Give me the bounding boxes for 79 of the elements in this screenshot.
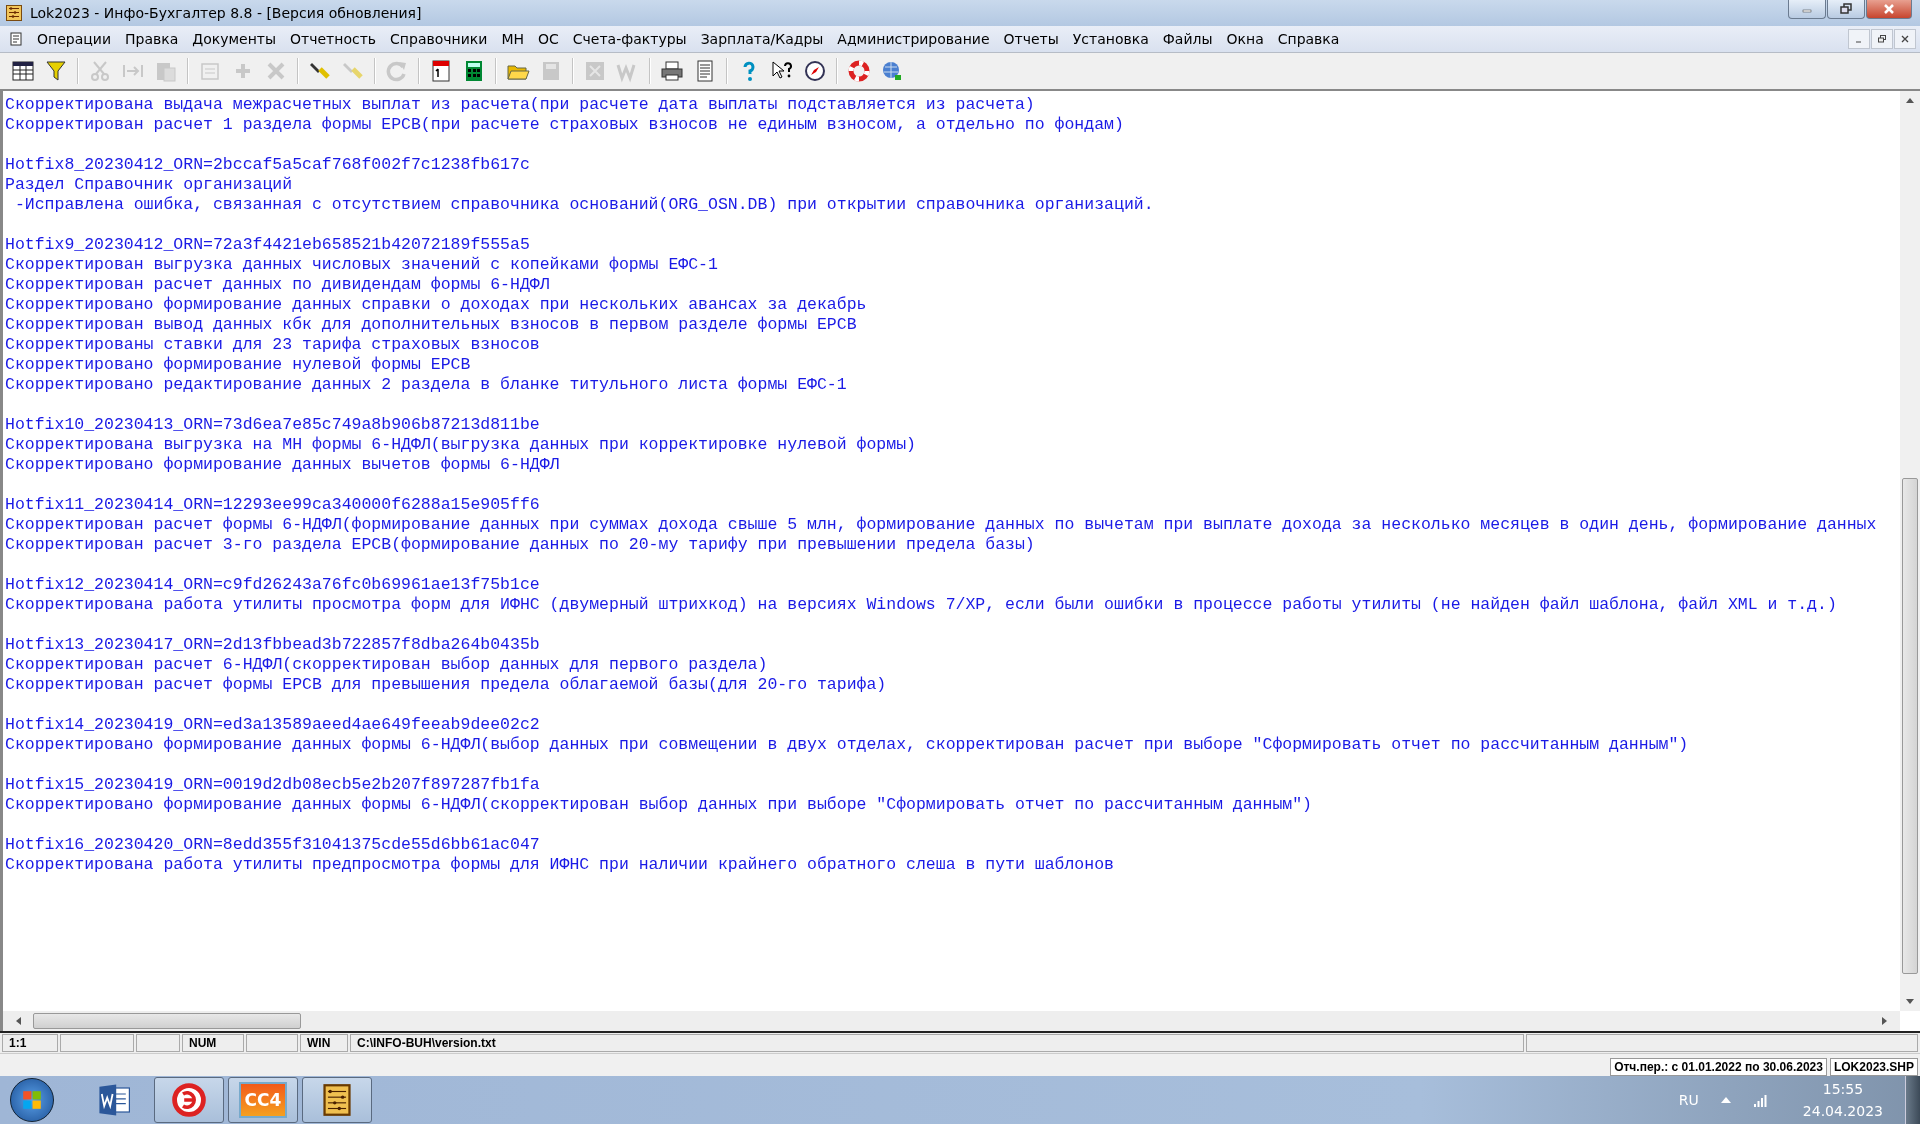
status-text: WIN — [300, 1034, 348, 1052]
text-line: Скорректирован расчет формы 6-НДФЛ(формирование данных при суммах дохода свыше 5 млн, формирование данных по вычетам при выплате дохода за несколько месяцев в один день, формирование данных — [5, 515, 1878, 535]
abacus-icon — [6, 5, 22, 21]
menu-item[interactable]: Операции — [30, 31, 118, 47]
caret-icon[interactable] — [1720, 1097, 1731, 1103]
text-line: Скорректировано формирование данных справки о доходах при нескольких авансах за декабрь — [5, 295, 868, 315]
text-line: Скорректировано формирование данных вычетов формы 6-НДФЛ — [5, 455, 561, 475]
restore-icon — [1878, 35, 1886, 43]
menu-item[interactable]: Файлы — [1155, 31, 1220, 47]
text-line: Раздел Справочник организаций — [5, 175, 294, 195]
text-line: Hotfix16_20230420_ORN=8edd355f31041375cde55d6bb61ac047 — [5, 835, 541, 855]
text-line: Hotfix13_20230417_ORN=2d13fbbead3b722857f8dba264b0435b — [5, 635, 541, 655]
text-line: Скорректирован расчет 6-НДФЛ(скорректирован выбор данных для первого раздела) — [5, 655, 769, 675]
restore-button[interactable] — [1871, 29, 1893, 49]
menu-item[interactable]: Окна — [1219, 31, 1271, 47]
text-line: Скорректирован расчет 1 раздела формы ЕРСВ(при расчете страховых взносов не единым взносом, а отдельно по фондам) — [5, 115, 1125, 135]
menu-item[interactable]: Отчетность — [283, 31, 384, 47]
text-line: Hotfix15_20230419_ORN=0019d2db08ecb5e2b207f897287fb1fa — [5, 775, 541, 795]
abacus-icon[interactable] — [302, 1077, 372, 1123]
text-line: Hotfix12_20230414_ORN=c9fd26243a76fc0b69961ae13f75b1ce — [5, 575, 541, 595]
text-line: Скорректирована выгрузка на МН формы 6-НДФЛ(выгрузка данных при корректировке нулевой формы) — [5, 435, 917, 455]
right-arrow-icon[interactable] — [1882, 1017, 1888, 1025]
menu-item[interactable]: МН — [494, 31, 531, 47]
text-line: Hotfix11_20230414_ORN=12293ee99ca340000f6288a15e905ff6 — [5, 495, 541, 515]
window-title: Lok2023 - Инфо-Бухгалтер 8.8 - [Версия обновления] — [30, 5, 423, 21]
text-line: Скорректировано формирование данных формы 6-НДФЛ(скорректирован выбор данных при выборе "Сформировать отчет по рассчитанным данным") — [5, 795, 1313, 815]
restore-button[interactable] — [1827, 0, 1865, 19]
text-line: Скорректирован расчет формы ЕРСВ для превышения предела облагаемой базы(для 20-го тарифа) — [5, 675, 888, 695]
menu-item[interactable]: Документы — [185, 31, 284, 47]
text-line: Скорректирована работа утилиты предпросмотра формы для ИФНС при наличии крайнего обратного слеша в пути шаблонов — [5, 855, 1115, 875]
menu-item[interactable]: Администрирование — [830, 31, 997, 47]
text-line: Hotfix9_20230412_ORN=72a3f4421eb658521b42072189f555a5 — [5, 235, 531, 255]
close-icon — [1901, 35, 1909, 43]
text-line: Hotfix8_20230412_ORN=2bccaf5a5caf768f002f7c1238fb617c — [5, 155, 531, 175]
vertical-scrollbar[interactable] — [1900, 91, 1920, 1011]
text-line: Скорректирован выгрузка данных числовых значений с копейками формы ЕФС-1 — [5, 255, 719, 275]
menu-item[interactable]: Установка — [1065, 31, 1156, 47]
text-line: Скорректировано формирование нулевой формы ЕРСВ — [5, 355, 472, 375]
menu-item[interactable]: ОС — [531, 31, 566, 47]
show-desktop-button[interactable] — [1905, 1076, 1920, 1124]
menu-item[interactable]: Отчеты — [996, 31, 1066, 47]
scroll-thumb[interactable] — [1902, 478, 1918, 974]
text-line: Скорректирована выдача межрасчетных выплат из расчета(при расчете дата выплаты подставляется из расчета) — [5, 95, 1036, 115]
status-text: 1:1 — [2, 1034, 58, 1052]
text-line: Hotfix10_20230413_ORN=73d6ea7e85c749a8b906b87213d811be — [5, 415, 541, 435]
text-line: Скорректировано формирование данных формы 6-НДФЛ(выбор данных при совмещении в двух отделах, скорректирован расчет при выборе "Сформировать отчет по рассчитанным данным") — [5, 735, 1690, 755]
signal-icon[interactable] — [1752, 1093, 1769, 1107]
left-arrow-icon[interactable] — [15, 1017, 21, 1025]
text-line: -Исправлена ошибка, связанная с отсутствием справочника оснований(ORG_OSN.DB) при открытии справочника организаций. — [13, 195, 1155, 215]
text-line: Скорректирован расчет данных по дивидендам формы 6-НДФЛ — [5, 275, 551, 295]
text-line: Скорректировано редактирование данных 2 раздела в бланке титульного листа формы ЕФС-1 — [5, 375, 848, 395]
minimize-button[interactable] — [1788, 0, 1826, 19]
text-line: Скорректирована работа утилиты просмотра форм для ИФНС (двумерный штрихкод) на версиях Windows 7/XP, если были ошибки в процессе работы утилиты (не найден файл шаблона, файл XML и т.д.) — [5, 595, 1838, 615]
up-arrow-icon[interactable] — [1906, 97, 1914, 103]
text-line: Скорректированы ставки для 23 тарифа страховых взносов — [5, 335, 541, 355]
close-button[interactable] — [1894, 29, 1916, 49]
menu-item[interactable]: Правка — [118, 31, 186, 47]
text-line: Скорректирован расчет 3-го раздела ЕРСВ(формирование данных по 20-му тарифу при превышении предела базы) — [5, 535, 1036, 555]
status-text: C:\INFO-BUH\version.txt — [350, 1034, 1524, 1052]
menu-item[interactable]: Справка — [1270, 31, 1347, 47]
round-icon[interactable] — [154, 1077, 224, 1123]
text-line: Hotfix14_20230419_ORN=ed3a13589aeed4ae649feeab9dee02c2 — [5, 715, 541, 735]
close-icon — [1883, 3, 1895, 15]
status-text: NUM — [182, 1034, 244, 1052]
start-button[interactable] — [10, 1078, 54, 1122]
scroll-thumb[interactable] — [33, 1013, 301, 1029]
status-panel — [136, 1034, 180, 1052]
menu-item[interactable]: Справочники — [383, 31, 495, 47]
status-text: LOK2023.SHP — [1829, 1058, 1918, 1076]
menu-item[interactable]: Счета-фактуры — [565, 31, 694, 47]
menu-item[interactable]: Зарплата/Кадры — [693, 31, 831, 47]
restore-icon — [1840, 3, 1852, 15]
close-button[interactable] — [1866, 0, 1912, 19]
status-panel — [246, 1034, 298, 1052]
text-line: Скорректирован вывод данных кбк для дополнительных взносов в первом разделе формы ЕРСВ — [5, 315, 858, 335]
status-text: Отч.пер.: с 01.01.2022 по 30.06.2023 — [1610, 1058, 1827, 1076]
horizontal-scrollbar[interactable] — [0, 1011, 1900, 1031]
down-arrow-icon[interactable] — [1906, 999, 1914, 1005]
four-squares-icon — [21, 1089, 43, 1111]
